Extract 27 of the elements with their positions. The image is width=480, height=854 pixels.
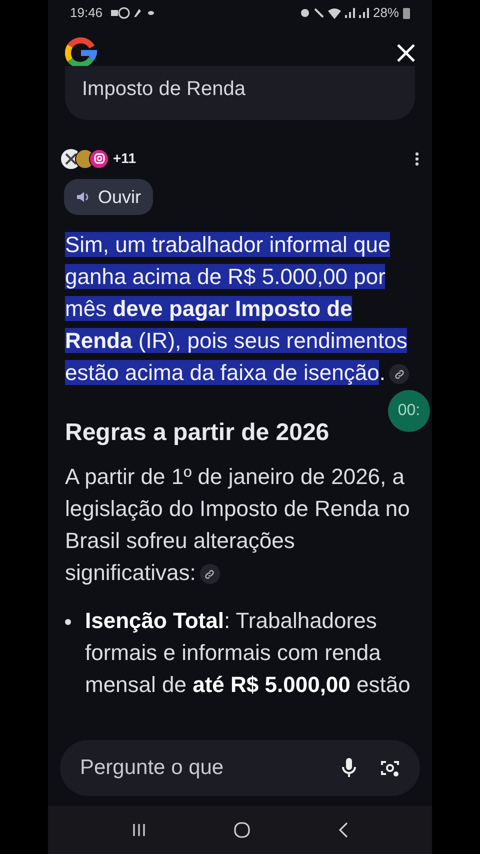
query-bubble: Imposto de Renda	[65, 66, 415, 120]
more-icon[interactable]	[415, 152, 419, 166]
microphone-icon[interactable]	[342, 758, 356, 778]
wifi-icon	[328, 8, 341, 18]
signal-icon	[344, 8, 355, 18]
back-icon[interactable]	[338, 822, 348, 838]
source-count[interactable]: +11	[113, 148, 136, 169]
bullet-text: Isenção Total: Trabalhadores formais e informais com renda mensal de até R$ 5.000,00 estão	[85, 607, 412, 699]
lens-icon[interactable]	[380, 758, 400, 778]
timer-bubble[interactable]: 00:	[388, 390, 430, 432]
source-avatar[interactable]	[89, 148, 109, 168]
battery-percent: 28%	[372, 4, 399, 22]
link-icon[interactable]	[200, 564, 220, 584]
section-paragraph: A partir de 1º de janeiro de 2026, a legislação do Imposto de Renda no Brasil sofreu alterações significativas:	[64, 463, 411, 587]
home-icon[interactable]	[234, 822, 250, 838]
listen-button[interactable]: Ouvir	[64, 179, 154, 215]
speaker-icon	[76, 190, 90, 204]
close-icon[interactable]	[397, 44, 415, 62]
search-input[interactable]: Pergunte o que	[80, 752, 318, 784]
signal-icon	[358, 8, 369, 18]
link-icon[interactable]	[389, 364, 410, 384]
clock: 19:46	[70, 4, 103, 22]
recent-apps-icon[interactable]	[132, 823, 146, 837]
battery-icon	[403, 7, 410, 19]
search-bar[interactable]: Pergunte o que	[60, 740, 420, 796]
google-logo	[65, 37, 97, 69]
section-heading: Regras a partir de 2026	[64, 418, 330, 448]
